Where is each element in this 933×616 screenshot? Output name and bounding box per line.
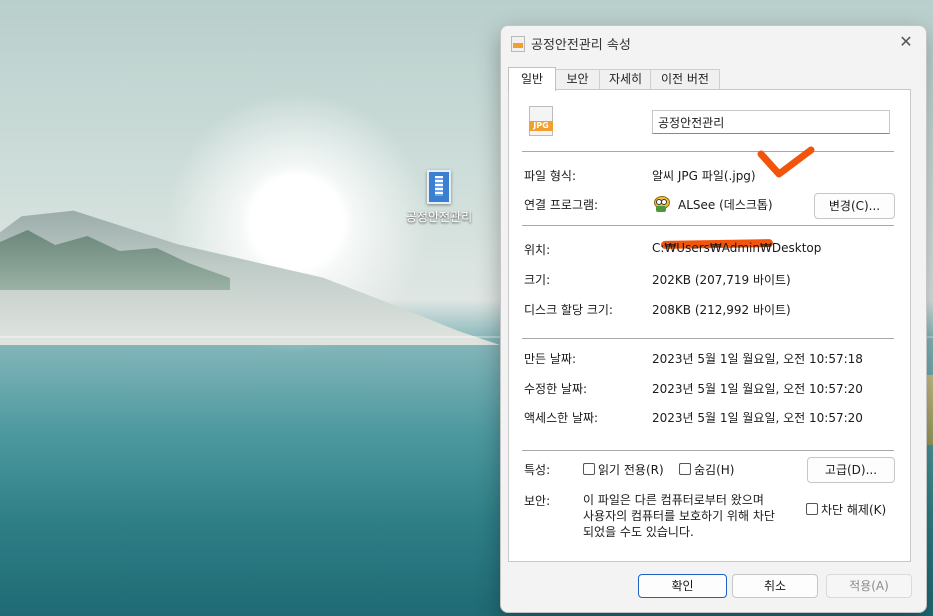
accessed-label: 액세스한 날짜: [524, 411, 599, 425]
file-type-value: 알씨 JPG 파일(.jpg) [652, 169, 756, 183]
alsee-app-icon [652, 195, 670, 213]
tab-details[interactable]: 자세히 [599, 69, 652, 89]
advanced-button[interactable]: 고급(D)... [807, 457, 895, 483]
separator [522, 338, 894, 339]
apply-button[interactable]: 적용(A) [826, 574, 912, 598]
properties-dialog: 공정안전관리 속성 ✕ 일반 보안 자세히 이전 버전 JPG 파일 형식: 알… [500, 25, 927, 613]
unblock-checkbox-label: 차단 해제(K) [821, 503, 887, 517]
jpg-file-icon: JPG [529, 106, 553, 136]
location-label: 위치: [524, 243, 551, 257]
tab-previous-versions[interactable]: 이전 버전 [650, 69, 720, 89]
separator [522, 225, 894, 226]
size-value: 202KB (207,719 바이트) [652, 273, 791, 287]
opens-with-label: 연결 프로그램: [524, 198, 599, 212]
modified-label: 수정한 날짜: [524, 382, 588, 396]
dialog-titlebar[interactable]: 공정안전관리 속성 ✕ [501, 26, 926, 58]
size-label: 크기: [524, 273, 551, 287]
annotation-check-mark [757, 146, 815, 178]
cancel-button[interactable]: 취소 [732, 574, 818, 598]
jpg-file-icon [511, 36, 525, 52]
checkbox-box[interactable] [583, 463, 595, 475]
attributes-label: 특성: [524, 463, 551, 477]
separator [522, 450, 894, 451]
created-label: 만든 날짜: [524, 352, 577, 366]
close-icon[interactable]: ✕ [894, 30, 918, 54]
checkbox-box[interactable] [806, 503, 818, 515]
image-file-icon [427, 170, 451, 204]
dialog-title: 공정안전관리 속성 [531, 38, 631, 53]
unblock-checkbox[interactable]: 차단 해제(K) [806, 501, 886, 518]
checkbox-box[interactable] [679, 463, 691, 475]
hidden-checkbox[interactable]: 숨김(H) [679, 461, 734, 478]
general-panel: JPG 파일 형식: 알씨 JPG 파일(.jpg) 연결 프로그램: ALSe… [508, 89, 911, 562]
separator [522, 151, 894, 152]
change-button[interactable]: 변경(C)... [814, 193, 895, 219]
accessed-value: 2023년 5월 1일 월요일, 오전 10:57:20 [652, 411, 863, 425]
security-warning-text: 이 파일은 다른 컴퓨터로부터 왔으며 사용자의 컴퓨터를 보호하기 위해 차단… [583, 493, 775, 539]
tab-general[interactable]: 일반 [508, 67, 556, 91]
desktop-file-label: 공정안전관리 [405, 210, 473, 224]
created-value: 2023년 5월 1일 월요일, 오전 10:57:18 [652, 352, 863, 366]
desktop-file-icon[interactable]: 공정안전관리 [398, 170, 480, 225]
tab-security[interactable]: 보안 [554, 69, 601, 89]
file-type-label: 파일 형식: [524, 169, 577, 183]
file-name-input[interactable] [652, 110, 890, 134]
modified-value: 2023년 5월 1일 월요일, 오전 10:57:20 [652, 382, 863, 396]
opens-with-value: ALSee (데스크톱) [678, 198, 773, 212]
disk-size-label: 디스크 할당 크기: [524, 303, 613, 317]
disk-size-value: 208KB (212,992 바이트) [652, 303, 791, 317]
location-value: C:₩Users₩Admin₩Desktop [652, 241, 822, 255]
hidden-checkbox-label: 숨김(H) [694, 463, 735, 477]
ok-button[interactable]: 확인 [638, 574, 727, 598]
readonly-checkbox-label: 읽기 전용(R) [598, 463, 664, 477]
security-label: 보안: [524, 494, 551, 508]
readonly-checkbox[interactable]: 읽기 전용(R) [583, 461, 664, 478]
